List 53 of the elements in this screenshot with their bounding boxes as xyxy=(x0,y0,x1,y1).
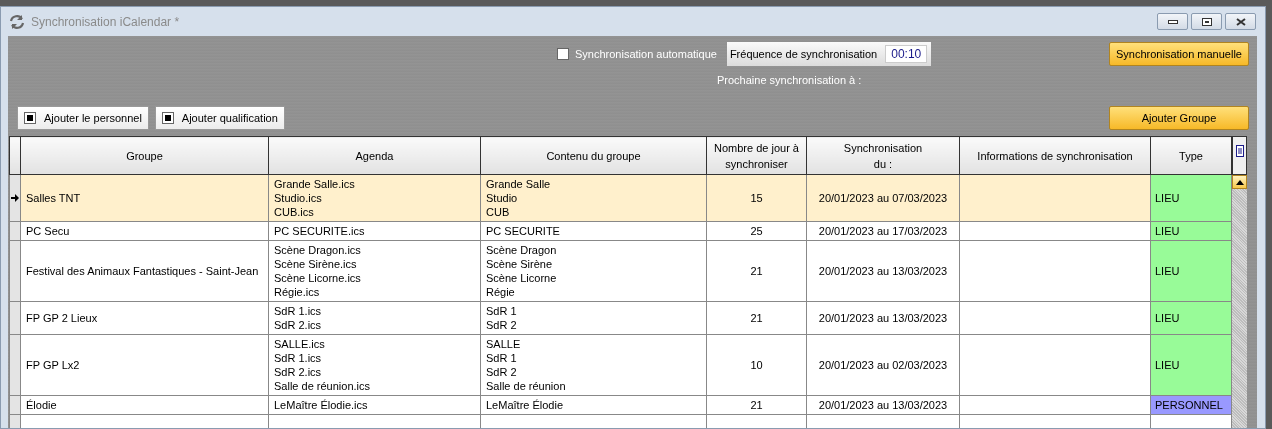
table-cell: 15 xyxy=(706,174,807,222)
table-cell: Scène Dragon.ics Scène Sirène.ics Scène Licorne.ics Régie.ics xyxy=(268,240,481,302)
table-cell: SdR 1 SdR 2 xyxy=(480,301,707,335)
close-button[interactable] xyxy=(1225,13,1256,30)
minimize-button[interactable] xyxy=(1157,13,1188,30)
add-group-button[interactable]: Ajouter Groupe xyxy=(1109,106,1249,130)
arrow-icon xyxy=(11,194,19,202)
table-cell: 20/01/2023 au 07/03/2023 xyxy=(806,174,960,222)
row-indicator[interactable] xyxy=(9,174,21,222)
table-cell: 20/01/2023 au 02/03/2023 xyxy=(806,334,960,396)
column-header: Synchronisation du : xyxy=(806,136,960,175)
restore-icon xyxy=(1201,17,1212,26)
frequency-label: Fréquence de synchronisation xyxy=(729,48,878,60)
table-cell: FP GP 2 Lieux xyxy=(20,301,269,335)
type-tag: LIEU xyxy=(1150,174,1232,222)
next-sync-label: Prochaine synchronisation à : xyxy=(717,74,862,86)
column-header: Groupe xyxy=(20,136,269,175)
type-tag: LIEU xyxy=(1150,240,1232,302)
table-cell: Grande Salle.ics Studio.ics CUB.ics xyxy=(268,174,481,222)
column-header: Informations de synchronisation xyxy=(959,136,1151,175)
table-cell: Grande Salle Studio CUB xyxy=(480,174,707,222)
manual-sync-button[interactable]: Synchronisation manuelle xyxy=(1109,42,1249,66)
column-chooser-icon[interactable] xyxy=(1232,136,1247,175)
column-header: Type xyxy=(1150,136,1232,175)
column-header: Contenu du groupe xyxy=(480,136,707,175)
option-toggle[interactable]: Ajouter qualification xyxy=(154,106,285,130)
table-cell: 10 xyxy=(706,334,807,396)
table-cell: SALLE SdR 1 SdR 2 Salle de réunion xyxy=(480,334,707,396)
table-cell: 21 xyxy=(706,240,807,302)
table-cell: Salles TNT xyxy=(20,174,269,222)
scroll-up-button[interactable] xyxy=(1232,175,1247,189)
table-cell: Scène Dragon Scène Sirène Scène Licorne Régie xyxy=(480,240,707,302)
type-tag: LIEU xyxy=(1150,301,1232,335)
minimize-icon xyxy=(1167,19,1178,24)
close-icon xyxy=(1235,17,1246,26)
maximize-button[interactable] xyxy=(1191,13,1222,30)
table-cell: 21 xyxy=(706,301,807,335)
window-title: Synchronisation iCalendar * xyxy=(31,14,180,29)
type-tag: LIEU xyxy=(1150,334,1232,396)
frequency-field[interactable]: 00:10 xyxy=(885,45,928,63)
checkbox-label: Synchronisation automatique xyxy=(575,48,717,60)
table-cell: SdR 1.ics SdR 2.ics xyxy=(268,301,481,335)
option-toggle[interactable]: Ajouter le personnel xyxy=(17,106,149,130)
table-cell: FP GP Lx2 xyxy=(20,334,269,396)
table-cell: 20/01/2023 au 13/03/2023 xyxy=(806,240,960,302)
table-cell: SALLE.ics SdR 1.ics SdR 2.ics Salle de réunion.ics xyxy=(268,334,481,396)
table-cell: Festival des Animaux Fantastiques - Saint-Jean xyxy=(20,240,269,302)
column-header: Agenda xyxy=(268,136,481,175)
up-arrow-icon xyxy=(1235,179,1244,185)
table-cell: 20/01/2023 au 13/03/2023 xyxy=(806,301,960,335)
column-header: Nombre de jour à synchroniser xyxy=(706,136,807,175)
sync-icon xyxy=(9,13,25,30)
checkbox[interactable] xyxy=(557,48,569,60)
